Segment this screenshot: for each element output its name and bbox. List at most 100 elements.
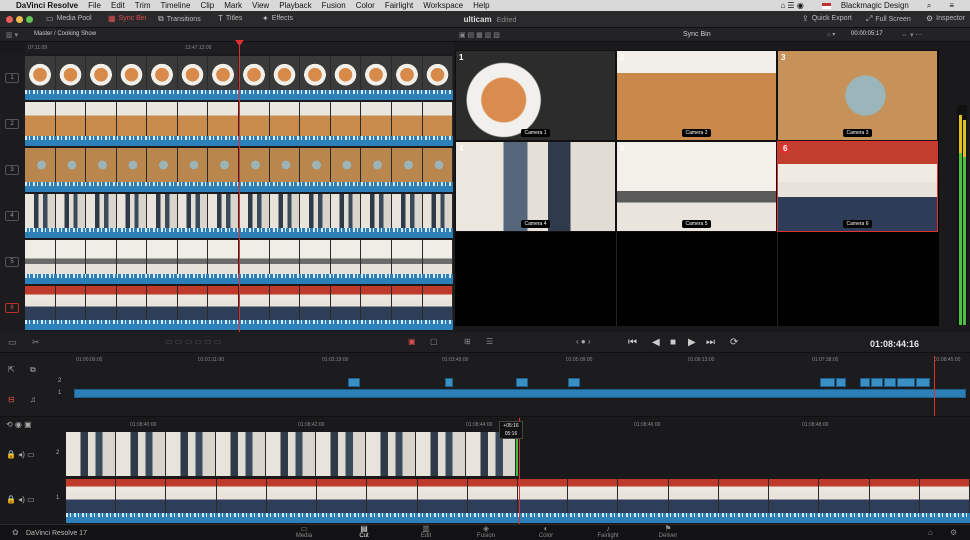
- camera-angle-6[interactable]: 6 Camera 6: [777, 141, 938, 232]
- upper-clip[interactable]: [916, 378, 930, 387]
- minimize-window-button[interactable]: [16, 16, 23, 23]
- full-screen-button[interactable]: ⤢ Full Screen: [866, 14, 911, 24]
- upper-clip[interactable]: [884, 378, 896, 387]
- page-color[interactable]: ◐ Color: [526, 525, 566, 540]
- menu-help[interactable]: Help: [473, 1, 489, 10]
- audio-waveform: [66, 513, 970, 523]
- upper-clip[interactable]: [860, 378, 870, 387]
- zoom-window-button[interactable]: [26, 16, 33, 23]
- safe-area-icon[interactable]: ⊞: [464, 337, 471, 346]
- loop-button[interactable]: ⟳: [730, 337, 738, 348]
- viewer-timecode: 01:08:44:16: [870, 339, 920, 349]
- timeline-tool-icon[interactable]: ⇱: [8, 365, 15, 374]
- menu-clip[interactable]: Clip: [200, 1, 214, 10]
- upper-clip[interactable]: [516, 378, 528, 387]
- menu-timeline[interactable]: Timeline: [161, 1, 191, 10]
- go-to-end-button[interactable]: ⏭: [706, 337, 715, 348]
- viewer-mode-icon[interactable]: ▢: [430, 337, 438, 346]
- stop-button[interactable]: ■: [670, 337, 676, 348]
- clip-list-icon[interactable]: ☰: [486, 337, 493, 346]
- menu-edit[interactable]: Edit: [111, 1, 125, 10]
- menu-fairlight[interactable]: Fairlight: [385, 1, 413, 10]
- source-track-5[interactable]: 5: [5, 257, 19, 267]
- play-reverse-button[interactable]: ◀: [652, 337, 660, 348]
- track-options-icons[interactable]: ⟲ ◉ ▣: [6, 420, 32, 429]
- audio-track-icon[interactable]: ♫: [30, 395, 36, 404]
- transitions-button[interactable]: ⧉ Transitions: [158, 14, 201, 24]
- panel-toggle-icon[interactable]: ▥ ▾: [6, 31, 18, 39]
- go-to-start-button[interactable]: ⏮: [628, 337, 637, 348]
- zoom-dropdown[interactable]: ⌂ ▾: [827, 31, 835, 38]
- media-pool-button[interactable]: ▭ Media Pool: [46, 14, 92, 23]
- menu-app-name[interactable]: DaVinci Resolve: [16, 1, 78, 10]
- upper-playhead[interactable]: [934, 356, 935, 416]
- camera-angle-4[interactable]: 4 Camera 4: [455, 141, 616, 232]
- source-track-3[interactable]: 3: [5, 165, 19, 175]
- track-1-controls[interactable]: 🔒 ◂) ▭: [6, 495, 35, 504]
- sync-bin-button[interactable]: ▦ Sync Bin: [108, 14, 146, 23]
- settings-gear-icon[interactable]: ⚙: [950, 528, 957, 537]
- camera-angle-5[interactable]: 5 Camera 5: [616, 141, 777, 232]
- camera-angle-1[interactable]: 1 Camera 1: [455, 50, 616, 141]
- insert-icon[interactable]: ▭ ▭ ▭ ▭ ▭ ▭: [165, 337, 221, 346]
- split-view-icon[interactable]: ▭: [8, 337, 17, 348]
- spotlight-icon[interactable]: ⌕: [927, 1, 931, 11]
- viewer-options-icons[interactable]: ⇔ ▾ ⋯: [901, 31, 922, 39]
- menu-file[interactable]: File: [88, 1, 101, 10]
- breadcrumb[interactable]: Master / Cooking Show: [34, 31, 96, 37]
- camera-angle-2[interactable]: 2 Camera 2: [616, 50, 777, 141]
- jog-control[interactable]: ‹ ● ›: [576, 337, 591, 346]
- source-playhead[interactable]: [239, 42, 240, 332]
- page-edit[interactable]: ▥ Edit: [406, 525, 446, 540]
- source-track-4[interactable]: 4: [5, 211, 19, 221]
- thumbnail-frame: [25, 56, 56, 90]
- quick-export-button[interactable]: ⇪ Quick Export: [802, 14, 852, 23]
- upper-clip[interactable]: [445, 378, 453, 387]
- menubar-right-label[interactable]: Blackmagic Design: [841, 1, 909, 10]
- upper-clip[interactable]: [871, 378, 883, 387]
- viewer-layout-icons[interactable]: ▣ ▤ ▦ ▥ ▧: [459, 31, 500, 39]
- menu-workspace[interactable]: Workspace: [423, 1, 463, 10]
- inspector-button[interactable]: ⚙ Inspector: [926, 14, 965, 23]
- video-track-1-clip[interactable]: [66, 479, 970, 523]
- page-cut[interactable]: ▤ Cut: [344, 525, 384, 540]
- track-2-controls[interactable]: 🔒 ◂) ▭: [6, 450, 35, 459]
- thumbnail-frame: [869, 479, 920, 513]
- upper-audio-bar[interactable]: [74, 389, 966, 398]
- page-fusion[interactable]: ◈ Fusion: [466, 525, 506, 540]
- camera-angle-3[interactable]: 3 Camera 3: [777, 50, 938, 141]
- menu-playback[interactable]: Playback: [279, 1, 311, 10]
- thumbnail-frame: [300, 102, 331, 136]
- titles-button[interactable]: T Titles: [218, 14, 242, 23]
- upper-clip[interactable]: [568, 378, 580, 387]
- page-deliver[interactable]: ⚑ Deliver: [648, 525, 688, 540]
- upper-clip[interactable]: [820, 378, 835, 387]
- thumbnail-frame: [269, 194, 301, 228]
- scissors-icon[interactable]: ✂: [32, 337, 40, 348]
- menu-mark[interactable]: Mark: [224, 1, 242, 10]
- upper-clip[interactable]: [836, 378, 846, 387]
- snapping-icon[interactable]: ⊟: [8, 395, 15, 404]
- menu-list-icon[interactable]: ≡: [949, 1, 954, 10]
- home-icon[interactable]: ⌂: [928, 528, 933, 537]
- menu-view[interactable]: View: [252, 1, 269, 10]
- video-track-2-clip[interactable]: [66, 432, 518, 476]
- source-track-2[interactable]: 2: [5, 119, 19, 129]
- upper-clip[interactable]: [897, 378, 915, 387]
- source-track-1[interactable]: 1: [5, 73, 19, 83]
- source-track-6[interactable]: 6: [5, 303, 19, 313]
- page-media[interactable]: ▭ Media: [284, 525, 324, 540]
- play-button[interactable]: ▶: [688, 337, 696, 348]
- page-fairlight[interactable]: ♪ Fairlight: [588, 525, 628, 540]
- upper-ruler[interactable]: 01:00:00:00 01:01:11:00 01:02:19:00 01:0…: [70, 356, 970, 366]
- split-icon[interactable]: ⧉: [30, 365, 36, 375]
- menu-fusion[interactable]: Fusion: [322, 1, 346, 10]
- source-tape-icon[interactable]: ▣: [408, 337, 416, 346]
- upper-clip[interactable]: [348, 378, 360, 387]
- effects-button[interactable]: ✦ Effects: [262, 14, 293, 23]
- status-icons[interactable]: ⌂ ☰ ◉: [780, 1, 803, 10]
- menu-trim[interactable]: Trim: [135, 1, 151, 10]
- menu-color[interactable]: Color: [356, 1, 375, 10]
- thumbnail-frame: [216, 432, 266, 476]
- close-window-button[interactable]: [6, 16, 13, 23]
